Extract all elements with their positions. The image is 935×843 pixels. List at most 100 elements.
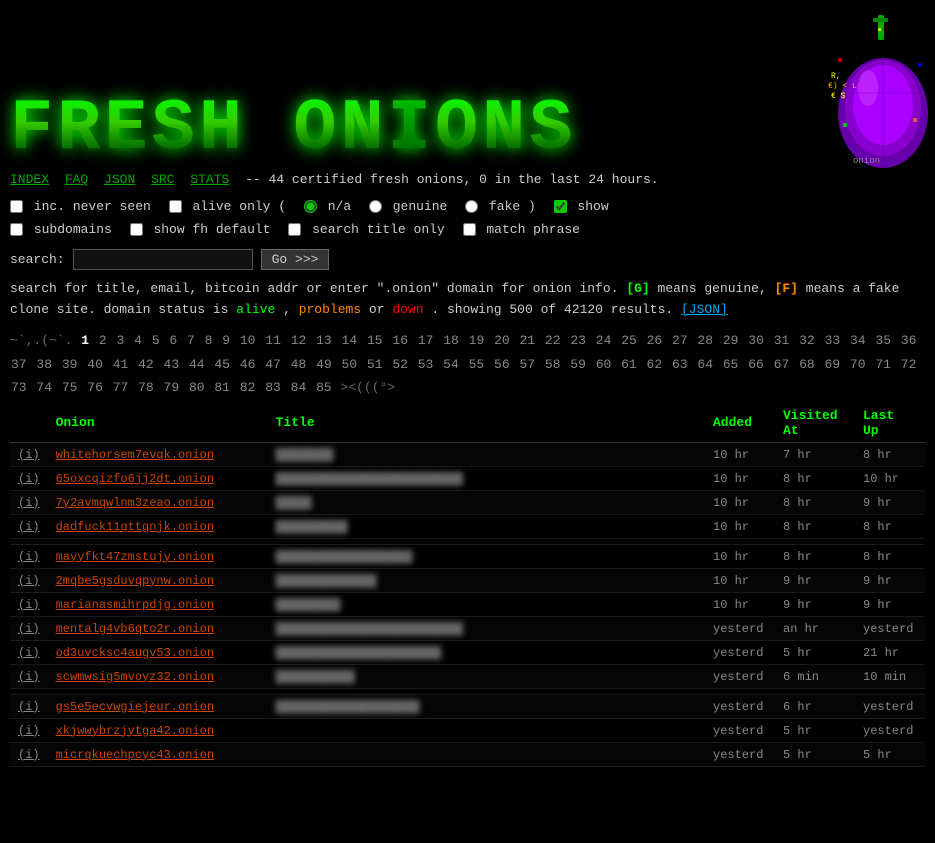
page-link-37[interactable]: 37 <box>11 357 27 372</box>
info-link[interactable]: (i) <box>18 748 40 762</box>
page-link-26[interactable]: 26 <box>647 333 663 348</box>
page-link-84[interactable]: 84 <box>291 380 307 395</box>
page-link-83[interactable]: 83 <box>265 380 281 395</box>
page-link-72[interactable]: 72 <box>901 357 917 372</box>
page-link-73[interactable]: 73 <box>11 380 27 395</box>
radio-na[interactable] <box>304 200 317 213</box>
page-link-13[interactable]: 13 <box>316 333 332 348</box>
page-link-25[interactable]: 25 <box>621 333 637 348</box>
info-link[interactable]: (i) <box>18 550 40 564</box>
radio-na-label[interactable]: n/a <box>304 199 359 214</box>
page-link-60[interactable]: 60 <box>596 357 612 372</box>
page-link-77[interactable]: 77 <box>113 380 129 395</box>
info-link[interactable]: (i) <box>18 496 40 510</box>
page-link-27[interactable]: 27 <box>672 333 688 348</box>
search-title-checkbox[interactable] <box>288 223 301 236</box>
alive-only-label[interactable]: alive only ( <box>169 199 294 214</box>
page-link-34[interactable]: 34 <box>850 333 866 348</box>
page-link-81[interactable]: 81 <box>214 380 230 395</box>
radio-fake[interactable] <box>465 200 478 213</box>
page-link-80[interactable]: 80 <box>189 380 205 395</box>
info-link[interactable]: (i) <box>18 700 40 714</box>
show-fh-label[interactable]: show fh default <box>130 222 279 237</box>
page-link-14[interactable]: 14 <box>342 333 358 348</box>
page-link-57[interactable]: 57 <box>519 357 535 372</box>
show-fh-checkbox[interactable] <box>130 223 143 236</box>
page-link-58[interactable]: 58 <box>545 357 561 372</box>
search-title-label[interactable]: search title only <box>288 222 452 237</box>
onion-link[interactable]: od3uvcksc4augv53.onion <box>56 646 214 660</box>
page-link-10[interactable]: 10 <box>240 333 256 348</box>
info-link[interactable]: (i) <box>18 598 40 612</box>
info-link[interactable]: (i) <box>18 622 40 636</box>
page-link-42[interactable]: 42 <box>138 357 154 372</box>
page-link-78[interactable]: 78 <box>138 380 154 395</box>
page-link-3[interactable]: 3 <box>116 333 124 348</box>
page-link-51[interactable]: 51 <box>367 357 383 372</box>
page-link-46[interactable]: 46 <box>240 357 256 372</box>
page-link-82[interactable]: 82 <box>240 380 256 395</box>
page-link-71[interactable]: 71 <box>875 357 891 372</box>
page-link-7[interactable]: 7 <box>187 333 195 348</box>
page-link-56[interactable]: 56 <box>494 357 510 372</box>
page-link-24[interactable]: 24 <box>596 333 612 348</box>
page-link-39[interactable]: 39 <box>62 357 78 372</box>
onion-link[interactable]: scwmwsig5mvoyz32.onion <box>56 670 214 684</box>
page-link-75[interactable]: 75 <box>62 380 78 395</box>
show-checkbox[interactable] <box>554 200 567 213</box>
onion-link[interactable]: marianasmihrpdjg.onion <box>56 598 214 612</box>
onion-link[interactable]: micrqkuechpcyc43.onion <box>56 748 214 762</box>
nav-index[interactable]: INDEX <box>10 172 49 187</box>
page-link-59[interactable]: 59 <box>570 357 586 372</box>
page-link-9[interactable]: 9 <box>222 333 230 348</box>
page-link-70[interactable]: 70 <box>850 357 866 372</box>
info-link[interactable]: (i) <box>18 472 40 486</box>
radio-genuine[interactable] <box>369 200 382 213</box>
page-link-6[interactable]: 6 <box>169 333 177 348</box>
page-link-23[interactable]: 23 <box>570 333 586 348</box>
page-link-76[interactable]: 76 <box>87 380 103 395</box>
page-link-74[interactable]: 74 <box>36 380 52 395</box>
inc-never-seen-label[interactable]: inc. never seen <box>10 199 159 214</box>
page-link-5[interactable]: 5 <box>152 333 160 348</box>
page-link-19[interactable]: 19 <box>469 333 485 348</box>
page-link-17[interactable]: 17 <box>418 333 434 348</box>
inc-never-seen-checkbox[interactable] <box>10 200 23 213</box>
page-link-36[interactable]: 36 <box>901 333 917 348</box>
page-link-38[interactable]: 38 <box>36 357 52 372</box>
onion-link[interactable]: mentalg4vb6qto2r.onion <box>56 622 214 636</box>
page-link-12[interactable]: 12 <box>291 333 307 348</box>
page-link-28[interactable]: 28 <box>697 333 713 348</box>
search-button[interactable]: Go >>> <box>261 249 330 270</box>
alive-only-checkbox[interactable] <box>169 200 182 213</box>
page-link-41[interactable]: 41 <box>113 357 129 372</box>
page-link-69[interactable]: 69 <box>825 357 841 372</box>
onion-link[interactable]: gs5e5ecvwgiejeur.onion <box>56 700 214 714</box>
page-link-2[interactable]: 2 <box>99 333 107 348</box>
radio-fake-label[interactable]: fake ) <box>465 199 543 214</box>
onion-link[interactable]: whitehorsem7evqk.onion <box>56 448 214 462</box>
page-link-11[interactable]: 11 <box>265 333 281 348</box>
page-link-67[interactable]: 67 <box>774 357 790 372</box>
page-link-50[interactable]: 50 <box>341 357 357 372</box>
page-link-43[interactable]: 43 <box>164 357 180 372</box>
page-link-68[interactable]: 68 <box>799 357 815 372</box>
page-link-35[interactable]: 35 <box>875 333 891 348</box>
onion-link[interactable]: 7y2avmqwlnm3zeao.onion <box>56 496 214 510</box>
match-phrase-label[interactable]: match phrase <box>463 222 580 237</box>
page-link-30[interactable]: 30 <box>748 333 764 348</box>
page-link-44[interactable]: 44 <box>189 357 205 372</box>
onion-link[interactable]: mayyfkt47zmstujy.onion <box>56 550 214 564</box>
page-link-8[interactable]: 8 <box>205 333 213 348</box>
page-link-22[interactable]: 22 <box>545 333 561 348</box>
page-link-64[interactable]: 64 <box>697 357 713 372</box>
page-link-62[interactable]: 62 <box>647 357 663 372</box>
info-link[interactable]: (i) <box>18 670 40 684</box>
info-link[interactable]: (i) <box>18 724 40 738</box>
onion-link[interactable]: xkjwwybrzjytga42.onion <box>56 724 214 738</box>
onion-link[interactable]: 2mqbe5gsduvqpynw.onion <box>56 574 214 588</box>
page-link-54[interactable]: 54 <box>443 357 459 372</box>
page-link-49[interactable]: 49 <box>316 357 332 372</box>
page-link-18[interactable]: 18 <box>443 333 459 348</box>
page-link-40[interactable]: 40 <box>87 357 103 372</box>
